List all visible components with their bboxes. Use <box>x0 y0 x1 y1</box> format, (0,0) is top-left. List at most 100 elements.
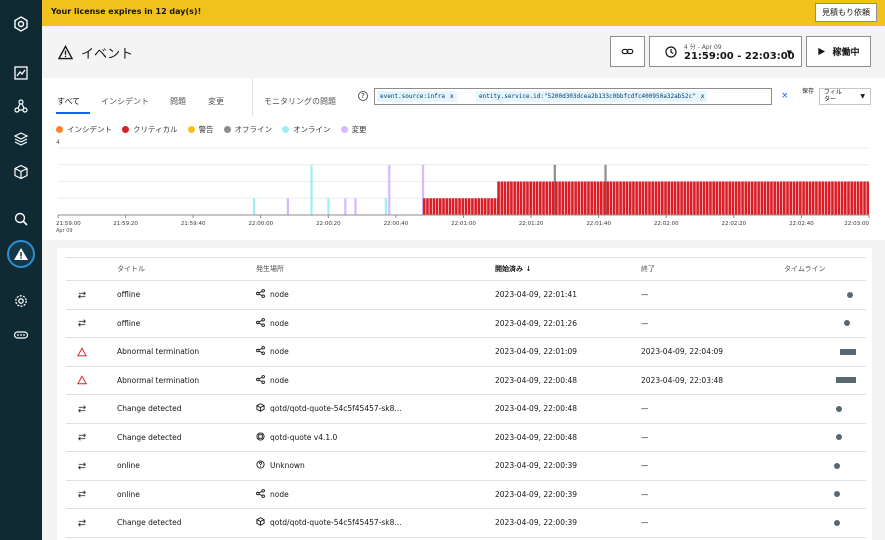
event-location-cell[interactable]: node <box>256 337 495 367</box>
critical-bar <box>837 181 841 215</box>
event-timeline-cell <box>784 337 866 367</box>
settings-gear-icon[interactable] <box>11 291 31 311</box>
time-range-picker[interactable]: 4 分 - Apr 09 21:59:00 - 22:03:00 ▼ <box>649 36 802 67</box>
critical-bar <box>847 181 850 215</box>
timeline-dot <box>833 491 840 498</box>
filter-tag[interactable]: event.source:infra x <box>377 91 457 102</box>
app-logo-icon[interactable] <box>11 14 31 34</box>
event-end: — <box>641 280 784 310</box>
analytics-search-icon[interactable] <box>11 209 31 229</box>
table-row[interactable]: Abnormal termination node 2023-04-09, 22:0… <box>66 366 866 395</box>
event-location-cell[interactable]: node <box>256 480 495 509</box>
event-title[interactable]: Abnormal termination <box>117 366 256 395</box>
remove-tag-icon[interactable]: x <box>701 93 705 100</box>
tab-incidents[interactable]: インシデント <box>101 96 149 107</box>
table-row[interactable]: offline node 2023-04-09, 22:01:26— <box>66 309 866 338</box>
events-icon[interactable] <box>7 240 35 268</box>
event-location: qotd/qotd-quote-54c5f45457-sk8... <box>270 404 402 414</box>
critical-bar <box>439 198 442 215</box>
dashboard-icon[interactable] <box>11 63 31 83</box>
critical-bar <box>860 181 863 215</box>
critical-bar <box>786 181 789 215</box>
critical-bar <box>799 181 802 215</box>
tab-all[interactable]: すべて <box>57 96 80 107</box>
event-location: node <box>270 489 289 499</box>
started-column-header[interactable]: 開始済み ↓ <box>495 257 641 281</box>
tab-problems[interactable]: 問題 <box>170 96 186 107</box>
event-title[interactable]: offline <box>117 280 256 310</box>
save-filter-button[interactable]: 保存 <box>800 88 816 96</box>
live-status-button[interactable]: 稼働中 <box>806 36 871 67</box>
critical-bar <box>596 181 600 215</box>
critical-bar <box>628 181 632 215</box>
services-icon[interactable] <box>11 129 31 149</box>
event-location-cell[interactable]: qotd/qotd-quote-54c5f45457-sk8... <box>256 394 495 424</box>
critical-bar <box>467 198 471 215</box>
ended-column-header[interactable]: 終了 <box>641 257 784 281</box>
topology-icon[interactable] <box>11 96 31 116</box>
table-row[interactable]: online node 2023-04-09, 22:00:39— <box>66 480 866 509</box>
critical-bar <box>667 181 671 215</box>
critical-bar <box>783 181 786 215</box>
title-column-header[interactable]: タイトル <box>117 257 256 281</box>
location-column-header[interactable]: 発生場所 <box>256 257 495 281</box>
sort-arrow-icon: ↓ <box>525 265 532 273</box>
event-title[interactable]: Change detected <box>117 394 256 424</box>
event-start: 2023-04-09, 22:00:48 <box>495 394 641 424</box>
pod-icon <box>256 403 265 414</box>
event-timeline-cell <box>784 394 866 424</box>
help-icon[interactable]: ? <box>358 91 368 101</box>
critical-bar <box>866 181 870 215</box>
critical-bar <box>545 181 549 215</box>
critical-bar <box>574 181 577 215</box>
tab-monitoring-issues[interactable]: モニタリングの問題 <box>264 96 336 107</box>
clear-filter-icon[interactable]: × <box>781 91 789 101</box>
event-timeline-cell <box>784 508 866 538</box>
timeline-dot <box>833 462 840 469</box>
critical-bar <box>789 181 793 215</box>
node-icon <box>256 317 265 329</box>
event-title[interactable]: Change detected <box>117 508 256 538</box>
event-location-cell[interactable]: node <box>256 309 495 338</box>
event-location-cell[interactable]: qotd/qotd-quote-54c5f45457-sk8... <box>256 508 495 538</box>
event-location-cell[interactable]: Unknown <box>256 451 495 481</box>
filter-tag[interactable]: entity.service.id:"5200d303dcea2b133c0bb… <box>476 91 708 102</box>
table-row[interactable]: Change detected qotd/qotd-quote-54c5f4545… <box>66 508 866 538</box>
table-row[interactable]: Change detected qotd/qotd-quote-54c5f4545… <box>66 394 866 424</box>
table-row[interactable]: offline node 2023-04-09, 22:01:41— <box>66 280 866 310</box>
critical-bar <box>612 181 616 215</box>
table-row[interactable]: Abnormal termination node 2023-04-09, 22:0… <box>66 337 866 367</box>
table-row[interactable]: online Unknown 2023-04-09, 22:00:39— <box>66 451 866 481</box>
event-location-cell[interactable]: qotd-quote v4.1.0 <box>256 423 495 452</box>
event-title[interactable]: Change detected <box>117 423 256 452</box>
infrastructure-icon[interactable] <box>11 162 31 182</box>
change-arrows-icon <box>77 518 117 528</box>
node-icon <box>256 488 265 500</box>
timeline-column-header[interactable]: タイムライン <box>784 257 866 281</box>
critical-bar <box>641 181 645 215</box>
event-spike-bar <box>384 198 387 215</box>
tab-changes[interactable]: 変更 <box>208 96 224 107</box>
filter-input[interactable]: event.source:infra x entity.service.id:"5… <box>374 88 772 105</box>
critical-bar <box>561 181 565 215</box>
filter-dropdown[interactable]: フィル ター ▼ <box>819 88 871 105</box>
more-icon[interactable] <box>11 325 31 345</box>
deployment-icon <box>256 432 265 443</box>
change-arrows-icon <box>77 461 117 471</box>
event-title[interactable]: offline <box>117 309 256 338</box>
event-timeline-cell <box>784 366 866 395</box>
remove-tag-icon[interactable]: x <box>450 93 454 100</box>
copy-link-button[interactable] <box>610 36 645 67</box>
request-quote-button[interactable]: 見積もり依頼 <box>815 3 877 22</box>
event-location-cell[interactable]: node <box>256 366 495 395</box>
critical-bar <box>821 181 825 215</box>
event-title[interactable]: online <box>117 480 256 509</box>
critical-bar <box>661 181 664 215</box>
event-timeline-cell <box>784 423 866 452</box>
table-row[interactable]: Change detected qotd-quote v4.1.0 2023-04-… <box>66 423 866 452</box>
y-max-label: 4 <box>56 139 60 146</box>
event-title[interactable]: Abnormal termination <box>117 337 256 367</box>
event-location-cell[interactable]: node <box>256 280 495 310</box>
critical-bar <box>429 198 432 215</box>
event-title[interactable]: online <box>117 451 256 481</box>
